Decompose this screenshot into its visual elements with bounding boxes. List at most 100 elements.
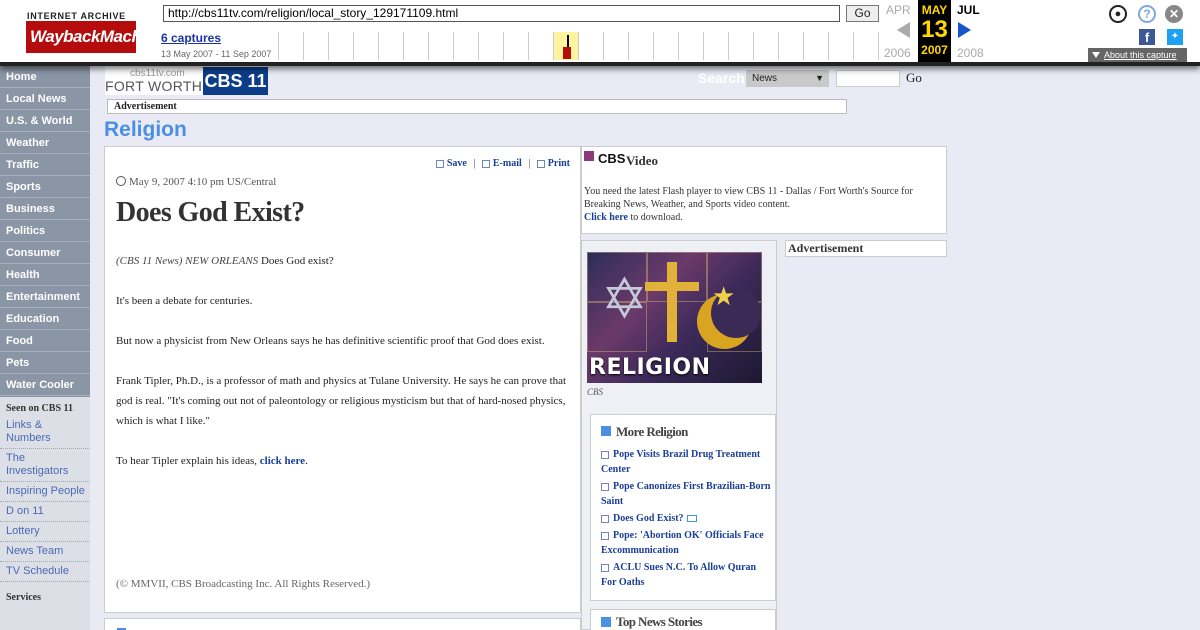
next-month[interactable]: JUL [957, 3, 980, 17]
next-capture-arrow-icon[interactable] [958, 22, 971, 38]
nav-item[interactable]: Pets [0, 352, 90, 374]
nav-item[interactable]: Consumer [0, 242, 90, 264]
story-icon [601, 482, 609, 491]
nav-item[interactable]: Politics [0, 220, 90, 242]
seen-on-link[interactable]: Lottery [0, 522, 90, 542]
dateline-text: May 9, 2007 4:10 pm US/Central [129, 176, 277, 188]
twitter-icon[interactable]: ✦ [1167, 29, 1183, 45]
print-link[interactable]: Print [548, 158, 570, 169]
article-paragraph: It's been a debate for centuries. [116, 295, 253, 307]
site-logo[interactable]: cbs11tv.com FORT WORTH CBS 11 [105, 66, 268, 95]
email-icon [481, 159, 490, 168]
nav-item[interactable]: Water Cooler [0, 374, 90, 396]
month-column [528, 32, 529, 60]
photo-credit: CBS [587, 387, 604, 397]
month-column [478, 32, 479, 60]
captures-link[interactable]: 6 captures [161, 31, 221, 45]
article-paragraph: (CBS 11 News) NEW ORLEANS Does God exist… [116, 251, 572, 271]
more-religion-item[interactable]: Pope: 'Abortion OK' Officials Face Excom… [601, 528, 771, 558]
left-nav: Home Local News U.S. & World Weather Traffic… [0, 66, 90, 630]
paragraph-text: Does God exist? [258, 255, 334, 267]
current-capture-date: MAY 13 2007 [918, 0, 951, 62]
month-column [503, 32, 504, 60]
month-column [553, 32, 554, 60]
wayback-logo[interactable]: INTERNET ARCHIVE WaybackMachine [10, 3, 165, 61]
story-icon [601, 514, 609, 523]
divider: | [473, 158, 476, 169]
month-column [728, 32, 729, 60]
help-icon[interactable]: ? [1138, 5, 1156, 23]
close-icon[interactable]: ✕ [1165, 5, 1183, 23]
month-column [378, 32, 379, 60]
nav-item[interactable]: Weather [0, 132, 90, 154]
flash-download-link[interactable]: Click here [584, 212, 628, 223]
article-tools: Save | E-mail | Print [435, 158, 570, 169]
save-link[interactable]: Save [447, 158, 467, 169]
prev-month[interactable]: APR [886, 3, 911, 17]
nav-item[interactable]: Local News [0, 88, 90, 110]
star-icon: ★ [712, 282, 736, 311]
about-capture-button[interactable]: About this capture [1088, 48, 1187, 62]
search-input[interactable] [836, 70, 900, 87]
month-column [678, 32, 679, 60]
search-category-select[interactable]: News ▼ [746, 70, 829, 87]
seen-on-link[interactable]: Links & Numbers [0, 416, 90, 449]
nav-item[interactable]: Business [0, 198, 90, 220]
search-label: Search [698, 70, 745, 86]
nav-item[interactable]: Home [0, 66, 90, 88]
nav-item[interactable]: Education [0, 308, 90, 330]
prev-year[interactable]: 2006 [884, 46, 911, 60]
capture-sparkline[interactable] [278, 32, 880, 60]
nav-item[interactable]: Food [0, 330, 90, 352]
more-religion-link[interactable]: Pope Canonizes First Brazilian-Born Sain… [601, 481, 771, 507]
article-paragraph: Frank Tipler, Ph.D., is a professor of m… [116, 375, 567, 427]
story-icon [601, 450, 609, 459]
next-year[interactable]: 2008 [957, 46, 984, 60]
more-religion-heading: More Religion [616, 424, 688, 439]
month-column [803, 32, 804, 60]
story-icon [601, 563, 609, 572]
click-here-link[interactable]: click here [260, 455, 305, 467]
video-title: Video [626, 153, 659, 168]
capture-range: 13 May 2007 - 11 Sep 2007 [161, 49, 272, 59]
nav-item[interactable]: Entertainment [0, 286, 90, 308]
more-religion-link[interactable]: ACLU Sues N.C. To Allow Quran For Oaths [601, 562, 756, 588]
month-column [628, 32, 629, 60]
wayback-url-input[interactable]: http://cbs11tv.com/religion/local_story_… [163, 5, 840, 22]
seen-on-link[interactable]: The Investigators [0, 449, 90, 482]
email-link[interactable]: E-mail [493, 158, 522, 169]
facebook-icon[interactable]: f [1139, 29, 1155, 45]
nav-item[interactable]: Sports [0, 176, 90, 198]
nav-item[interactable]: U.S. & World [0, 110, 90, 132]
seen-on-link[interactable]: Inspiring People [0, 482, 90, 502]
wayback-go-button[interactable]: Go [846, 5, 879, 22]
user-icon[interactable]: ● [1109, 5, 1127, 23]
print-icon [536, 159, 545, 168]
more-religion-link[interactable]: Does God Exist? [613, 513, 684, 524]
more-religion-link[interactable]: Pope Visits Brazil Drug Treatment Center [601, 449, 760, 475]
seen-on-link[interactable]: TV Schedule [0, 562, 90, 582]
capture-bar [563, 47, 571, 59]
seen-on-link[interactable]: News Team [0, 542, 90, 562]
side-advertisement: Advertisement [785, 240, 947, 257]
seen-on-heading: Seen on CBS 11 [6, 403, 73, 414]
more-religion-item[interactable]: Does God Exist? [601, 511, 771, 526]
article-paragraph: But now a physicist from New Orleans say… [116, 335, 545, 347]
wayback-toolbar: INTERNET ARCHIVE WaybackMachine http://c… [0, 0, 1200, 66]
nav-item[interactable]: Health [0, 264, 90, 286]
article-panel: Save | E-mail | Print May 9, 2007 4:10 p… [104, 146, 581, 613]
chevron-down-icon: ▼ [815, 73, 824, 83]
seen-on-link[interactable]: D on 11 [0, 502, 90, 522]
about-capture-label: About this capture [1104, 50, 1177, 60]
search-go-button[interactable]: Go [906, 70, 922, 86]
seen-on-list: Links & Numbers The Investigators Inspirin… [0, 416, 90, 582]
prev-capture-arrow-icon[interactable] [897, 22, 910, 38]
month-column [828, 32, 829, 60]
nav-item[interactable]: Traffic [0, 154, 90, 176]
more-religion-item[interactable]: Pope Visits Brazil Drug Treatment Center [601, 447, 771, 477]
month-column [603, 32, 604, 60]
more-religion-link[interactable]: Pope: 'Abortion OK' Officials Face Excom… [601, 530, 764, 556]
more-religion-item[interactable]: Pope Canonizes First Brazilian-Born Sain… [601, 479, 771, 509]
more-religion-item[interactable]: ACLU Sues N.C. To Allow Quran For Oaths [601, 560, 771, 590]
month-column [878, 32, 879, 60]
